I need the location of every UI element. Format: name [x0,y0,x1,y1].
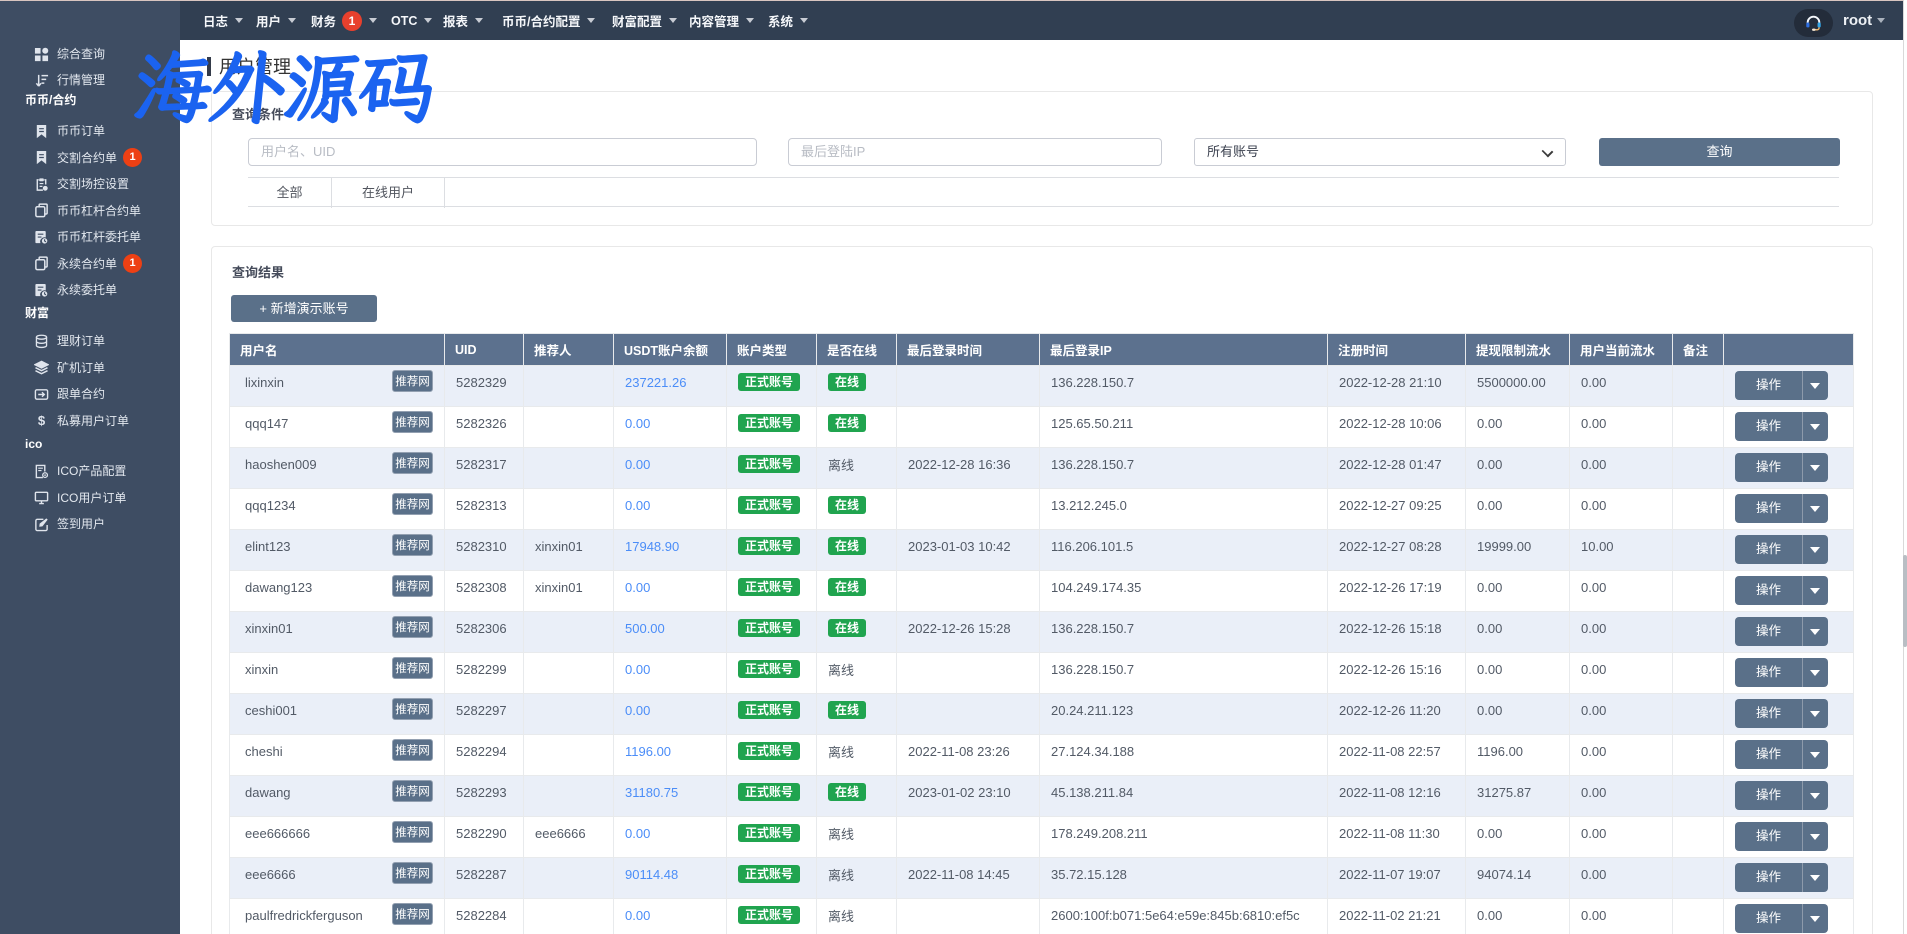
svg-text:$: $ [38,413,46,428]
